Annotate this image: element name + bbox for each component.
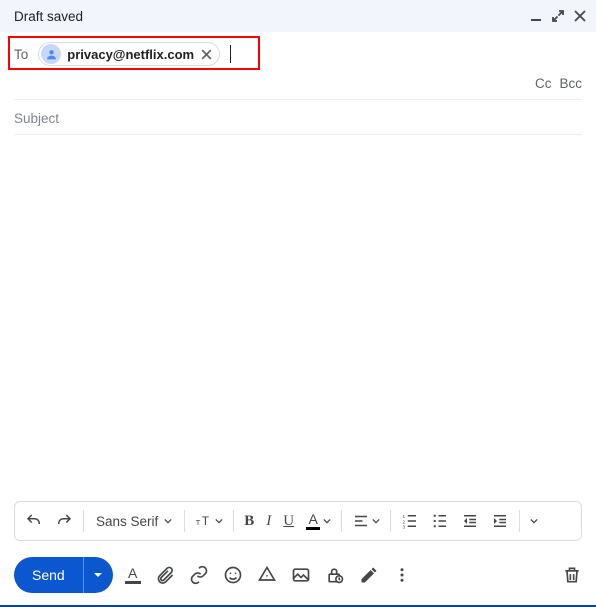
caret-down-icon (164, 517, 172, 525)
separator (390, 510, 391, 532)
to-row[interactable]: To privacy@netflix.com (0, 32, 596, 72)
svg-text:3: 3 (403, 525, 406, 530)
list-bulleted-icon[interactable] (425, 505, 455, 537)
window-controls (530, 10, 586, 22)
to-label: To (14, 47, 28, 62)
text-color-button[interactable]: A (300, 505, 337, 537)
caret-down-icon (215, 517, 223, 525)
list-numbered-icon[interactable]: 123 (395, 505, 425, 537)
more-format-icon[interactable] (524, 505, 544, 537)
indent-decrease-icon[interactable] (455, 505, 485, 537)
separator (233, 510, 234, 532)
drive-icon[interactable] (257, 565, 277, 585)
send-button[interactable]: Send (14, 557, 83, 593)
header-title: Draft saved (14, 9, 83, 24)
underline-button[interactable]: U (277, 505, 300, 537)
svg-text:1: 1 (403, 514, 406, 519)
bcc-button[interactable]: Bcc (559, 76, 582, 91)
separator (341, 510, 342, 532)
expand-icon[interactable] (552, 10, 564, 22)
font-family-select[interactable]: Sans Serif (88, 505, 180, 537)
person-icon (41, 44, 61, 64)
send-group: Send (14, 557, 113, 593)
cc-button[interactable]: Cc (535, 76, 552, 91)
indent-increase-icon[interactable] (485, 505, 515, 537)
more-vert-icon[interactable] (393, 566, 411, 584)
subject-input[interactable] (14, 111, 582, 126)
bottom-toolbar: Send A (0, 551, 596, 607)
svg-text:T: T (202, 514, 210, 528)
bold-button[interactable]: B (238, 505, 260, 537)
text-cursor (230, 45, 231, 63)
redo-icon[interactable] (49, 505, 79, 537)
svg-text:T: T (196, 518, 201, 527)
chip-remove-icon[interactable] (200, 48, 213, 61)
font-family-label: Sans Serif (96, 514, 158, 529)
send-options-button[interactable] (83, 557, 113, 593)
minimize-icon[interactable] (530, 10, 542, 22)
chip-email: privacy@netflix.com (67, 47, 194, 62)
caret-down-icon (323, 517, 331, 525)
align-icon[interactable] (346, 505, 386, 537)
compose-header: Draft saved (0, 0, 596, 32)
svg-text:2: 2 (403, 519, 406, 524)
link-icon[interactable] (189, 565, 209, 585)
trash-icon[interactable] (562, 565, 582, 585)
format-toggle-icon[interactable]: A (125, 566, 141, 584)
recipient-chip[interactable]: privacy@netflix.com (38, 42, 220, 66)
italic-button[interactable]: I (260, 505, 277, 537)
cc-bcc-row: Cc Bcc (0, 72, 596, 99)
photo-icon[interactable] (291, 565, 311, 585)
message-body[interactable] (0, 135, 596, 501)
emoji-icon[interactable] (223, 565, 243, 585)
formatting-toolbar: Sans Serif TT B I U A 123 (14, 501, 582, 541)
subject-row (0, 100, 596, 134)
pen-icon[interactable] (359, 565, 379, 585)
attach-icon[interactable] (155, 565, 175, 585)
caret-down-icon (372, 517, 380, 525)
separator (519, 510, 520, 532)
close-icon[interactable] (574, 10, 586, 22)
lock-clock-icon[interactable] (325, 565, 345, 585)
text-size-icon[interactable]: TT (189, 505, 229, 537)
separator (184, 510, 185, 532)
undo-icon[interactable] (19, 505, 49, 537)
separator (83, 510, 84, 532)
